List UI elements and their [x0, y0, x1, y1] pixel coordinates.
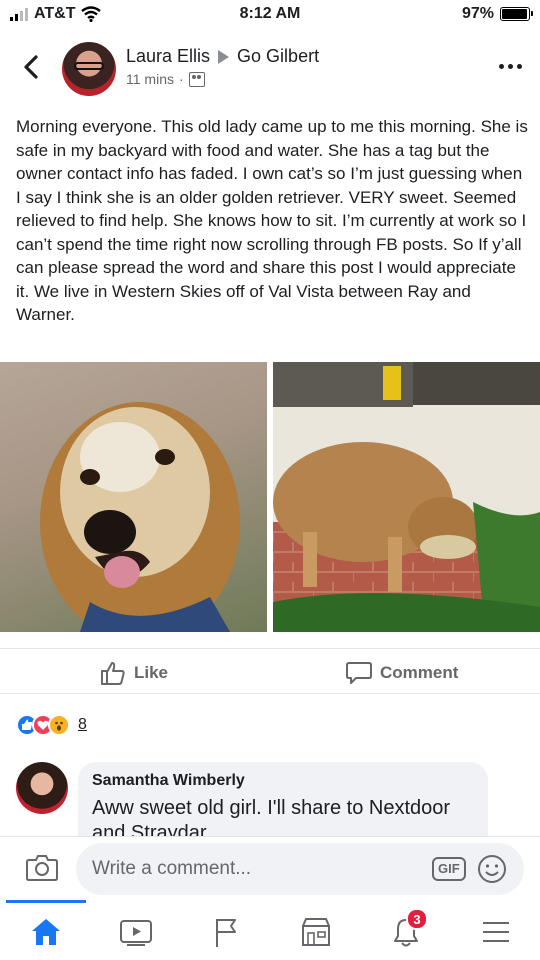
comment-bubble-icon [346, 662, 372, 684]
reactions-summary[interactable]: 8 [16, 714, 87, 736]
meta-separator: · [178, 71, 184, 87]
pages-tab[interactable] [206, 912, 246, 952]
emoji-icon[interactable] [476, 853, 508, 885]
dog-eating-photo[interactable] [273, 362, 540, 632]
comment-placeholder: Write a comment... [92, 858, 252, 879]
like-label: Like [134, 663, 169, 682]
author-line: Laura Ellis Go Gilbert [126, 46, 319, 67]
post-meta: 11 mins · [126, 71, 205, 87]
arrow-right-icon [218, 49, 230, 64]
group-audience-icon [188, 71, 205, 87]
thumbs-up-icon [101, 662, 125, 685]
back-arrow-icon[interactable] [18, 52, 44, 82]
post-header: Laura Ellis Go Gilbert 11 mins · [0, 38, 540, 102]
comment-label: Comment [380, 663, 459, 682]
clock: 8:12 AM [239, 5, 301, 22]
group-name[interactable]: Go Gilbert [237, 46, 319, 67]
home-tab[interactable] [6, 900, 86, 952]
reaction-count[interactable]: 8 [78, 716, 87, 734]
comment-bubble[interactable]: Samantha Wimberly Aww sweet old girl. I'… [78, 762, 488, 836]
comment-item: Samantha Wimberly Aww sweet old girl. I'… [0, 760, 540, 836]
home-icon [32, 919, 60, 945]
menu-icon [483, 922, 509, 942]
like-button[interactable]: Like [100, 661, 168, 685]
wow-reaction-icon [48, 714, 70, 736]
commenter-name[interactable]: Samantha Wimberly [92, 772, 474, 790]
commenter-avatar[interactable] [16, 762, 68, 814]
notifications-tab[interactable]: 3 [386, 908, 428, 952]
post-photos [0, 362, 540, 632]
comment-text: Aww sweet old girl. I'll share to Nextdo… [92, 797, 451, 836]
watch-tab[interactable] [116, 912, 156, 952]
battery-percent: 97% [461, 5, 494, 22]
dog-face-photo[interactable] [0, 362, 267, 632]
battery-icon [500, 7, 533, 21]
author-avatar[interactable] [62, 42, 116, 96]
status-bar: AT&T 8:12 AM 97% [0, 0, 540, 30]
post-actions: Like Comment [0, 648, 540, 694]
gif-button[interactable]: GIF [432, 857, 466, 881]
more-options-icon[interactable] [499, 64, 522, 69]
pages-flag-icon [216, 919, 236, 947]
menu-tab[interactable] [476, 912, 516, 952]
post-time[interactable]: 11 mins [126, 71, 174, 87]
author-name[interactable]: Laura Ellis [126, 46, 210, 67]
comment-button[interactable]: Comment [346, 661, 458, 685]
battery-area: 97% [461, 5, 533, 23]
notifications-badge: 3 [406, 908, 428, 930]
post-body: Morning everyone. This old lady came up … [16, 117, 528, 324]
marketplace-icon [302, 918, 330, 946]
watch-icon [120, 920, 152, 946]
comment-input[interactable]: Write a comment... GIF [76, 843, 524, 895]
camera-icon[interactable] [26, 853, 58, 881]
bottom-tab-bar: 3 [0, 900, 540, 960]
marketplace-tab[interactable] [296, 912, 336, 952]
comment-composer: Write a comment... GIF [0, 836, 540, 900]
